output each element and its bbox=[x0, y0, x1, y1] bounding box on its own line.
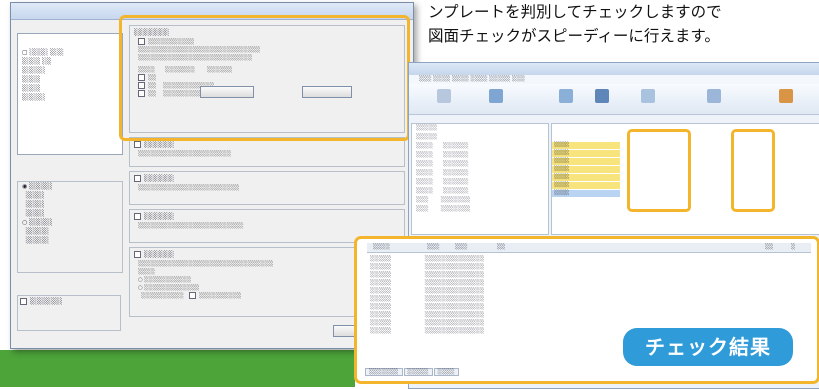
results-tab-strip: ░░░░░░░ ░░░░░ ░░░░ bbox=[365, 368, 460, 377]
grid-cell: ░░░░ bbox=[552, 166, 620, 173]
table-row[interactable]: ░░░░░ ░░░░░░░░░░░░░░ bbox=[367, 271, 811, 279]
column-header: ░░░ bbox=[427, 244, 440, 250]
column-header: ░░░░ bbox=[373, 244, 390, 250]
table-row[interactable]: ░░░░░ ░░░░░░░░░░░░░░ bbox=[367, 287, 811, 295]
grid-cell: ░░░░ bbox=[552, 182, 620, 189]
column-header: ░░░ bbox=[455, 244, 468, 250]
list-item[interactable]: ░░░░░ bbox=[412, 133, 548, 142]
radio-option[interactable]: ○ ░░░░░ bbox=[18, 218, 122, 227]
list-item[interactable]: ░░░ ░░░░░░░ bbox=[412, 205, 548, 214]
list-item[interactable]: ░░░░ ░░░░░░ bbox=[412, 151, 548, 160]
group-description: ░░░░░░░░░░░░░░░░░░░░░░░░ bbox=[138, 185, 240, 191]
drawing-tree-list[interactable]: ▢ ░░░░ ░░░ ░░░░ ░░ ░░░░░ ░░░░ ░░░░ ░░░░░ bbox=[17, 33, 123, 155]
list-item[interactable]: ░░░░ ░░░░░░ bbox=[412, 178, 548, 187]
column-header: ░ bbox=[791, 244, 796, 250]
open-icon[interactable] bbox=[437, 89, 451, 103]
settings-icon[interactable] bbox=[707, 89, 721, 103]
group-checkbox[interactable] bbox=[134, 140, 141, 148]
table-row[interactable]: ░░░░░ ░░░░░░░░░░░░░░ bbox=[367, 319, 811, 327]
app-titlebar bbox=[409, 63, 819, 75]
menu-bar: ░░░ ░░░░ ░░░░ ░░░░ ░░░░░ ░░░ bbox=[409, 75, 819, 84]
list-item: ░░░░░ bbox=[22, 237, 49, 244]
group-description: ░░░░░░░░░░░░░░░░░░░░░░ bbox=[138, 151, 232, 157]
result-column-highlight bbox=[731, 129, 775, 212]
tree-item[interactable]: ░░░░ bbox=[18, 84, 122, 93]
group-title: ░░░░░░ bbox=[130, 172, 404, 184]
grid-cell: ░░░░ bbox=[552, 158, 620, 165]
tab-results[interactable]: ░░░░░░░ bbox=[365, 368, 403, 376]
check-result-badge: チェック結果 bbox=[623, 328, 793, 366]
grid-cell: ░░░░ bbox=[552, 150, 620, 157]
tab-data[interactable]: ░░░░░ bbox=[403, 368, 433, 376]
option-checkbox[interactable] bbox=[20, 298, 27, 305]
tree-item[interactable]: ▢ ░░░░ ░░░ bbox=[18, 48, 122, 57]
grid-cell-selected: ░░░░ bbox=[552, 190, 620, 197]
list-item: ░░░░ bbox=[22, 201, 45, 208]
grid-cell: ░░░░ bbox=[552, 174, 620, 181]
tree-item[interactable]: ░░░░ bbox=[18, 75, 122, 84]
group-description: ░░░░░░░░░░░░░░░░░░░░░░░░░ bbox=[138, 223, 244, 229]
caption-line: ンプレートを判別してチェックしますので bbox=[428, 3, 722, 21]
list-item: ░░░░░ bbox=[22, 228, 49, 235]
green-accent-bar bbox=[0, 350, 355, 387]
list-item[interactable]: ░░░░ ░░░░░░ bbox=[412, 160, 548, 169]
group-checkbox[interactable] bbox=[134, 250, 141, 258]
table-row[interactable]: ░░░░░ ░░░░░░░░░░░░░░ bbox=[367, 295, 811, 303]
group-checkbox[interactable] bbox=[134, 212, 141, 220]
list-item[interactable]: ░░░░ ░░░░░░ bbox=[412, 187, 548, 196]
result-column-highlight bbox=[627, 129, 691, 212]
list-item[interactable]: ░░░░ ░░░░░░ bbox=[412, 169, 548, 178]
results-header: ░░░░ ░░░ ░░░ ░░ ░░ ░ bbox=[367, 243, 811, 253]
tab-check[interactable]: ░░░░ bbox=[433, 368, 459, 376]
cad-check-highlight-frame bbox=[119, 15, 410, 141]
table-row[interactable]: ░░░░░ ░░░░░░░░░░░░░░ bbox=[367, 255, 811, 263]
group-title: ░░░░░░ bbox=[130, 210, 404, 222]
sub-checkbox[interactable] bbox=[189, 292, 197, 299]
list-item[interactable]: ░░░░░ bbox=[412, 124, 548, 133]
caption-text: ンプレートを判別してチェックしますので 図面チェックがスピーディーに行えます。 bbox=[428, 0, 819, 48]
list-item: ░░░░ bbox=[22, 192, 45, 199]
table-row[interactable]: ░░░░░ ░░░░░░░░░░░░░░ bbox=[367, 303, 811, 311]
list-item[interactable]: ░░░░ ░░░░░░ bbox=[412, 142, 548, 151]
table-row[interactable]: ░░░░░ ░░░░░░░░░░░░░░ bbox=[367, 311, 811, 319]
table-row[interactable]: ░░░░░ ░░░░░░░░░░░░░░ bbox=[367, 279, 811, 287]
check-mode-group: ◉ ░░░░░ ░░░░ ░░░░ ░░░░ ○ ░░░░░ ░░░░░ ░░░… bbox=[17, 181, 123, 273]
list-item[interactable]: ░░░ ░░░░░░░ bbox=[412, 196, 548, 205]
attribute-check-group: ░░░░░░ ░░░░░░░░░░░░░░░░░░░░░░░░ bbox=[129, 171, 405, 205]
radio-option[interactable]: ◉ ░░░░░ bbox=[18, 182, 122, 191]
tree-item[interactable]: ░░░░░ bbox=[18, 93, 122, 102]
tree-item[interactable]: ░░░░░ bbox=[18, 66, 122, 75]
options-group: ░░░░░░░ bbox=[17, 295, 121, 331]
grid-cell: ░░░░ bbox=[552, 142, 620, 149]
table-row[interactable]: ░░░░░ ░░░░░░░░░░░░░░ bbox=[367, 263, 811, 271]
column-header: ░░ bbox=[765, 244, 774, 250]
drawing-file-list[interactable]: ░░░░░ ░░░░░ ░░░░ ░░░░░░ ░░░░ ░░░░░░ ░░░░… bbox=[411, 123, 549, 235]
check-target-pane: ▢ ░░░░ ░░░ ░░░░ ░░ ░░░░░ ░░░░ ░░░░ ░░░░░… bbox=[17, 25, 125, 335]
save-icon[interactable] bbox=[595, 89, 609, 103]
tree-item[interactable]: ░░░░ ░░ bbox=[18, 57, 122, 66]
group-checkbox[interactable] bbox=[134, 174, 141, 182]
toolbar bbox=[409, 84, 819, 115]
column-header: ░░ bbox=[497, 244, 506, 250]
print-icon[interactable] bbox=[641, 89, 655, 103]
caption-line: 図面チェックがスピーディーに行えます。 bbox=[428, 27, 720, 45]
layer-check-group: ░░░░░░ ░░░░░░░░░░░░░░░░░░░░░░ bbox=[129, 137, 405, 167]
folder-icon[interactable] bbox=[489, 89, 503, 103]
check-icon[interactable] bbox=[559, 89, 573, 103]
exit-icon[interactable] bbox=[779, 89, 793, 103]
list-item: ░░░░ bbox=[22, 210, 45, 217]
